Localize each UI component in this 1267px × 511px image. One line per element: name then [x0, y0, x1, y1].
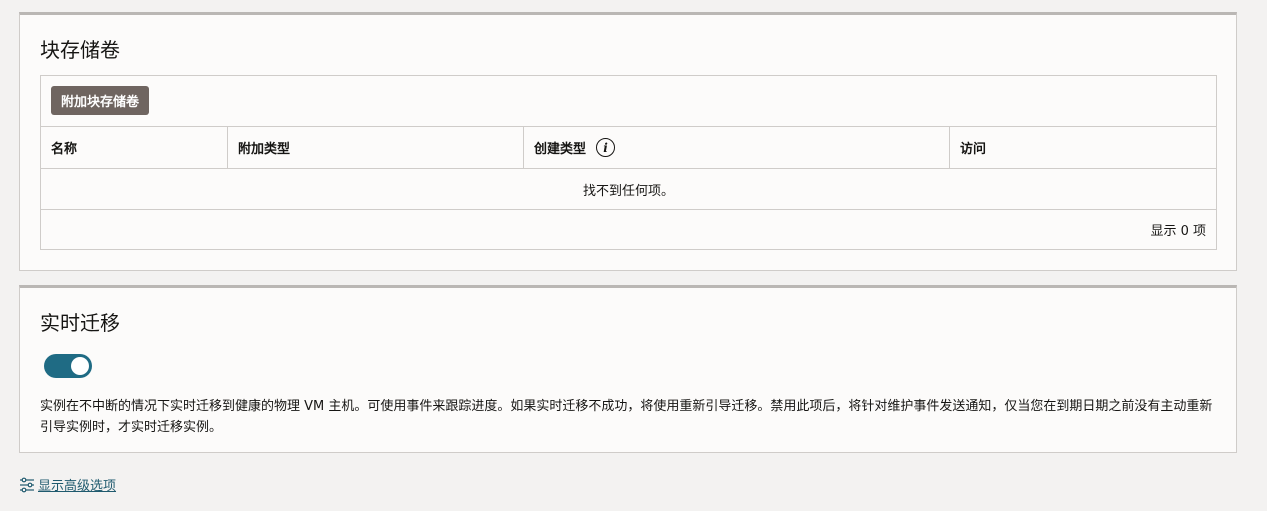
live-migration-description: 实例在不中断的情况下实时迁移到健康的物理 VM 主机。可使用事件来跟踪进度。如果… — [40, 399, 1213, 435]
empty-message: 找不到任何项。 — [41, 169, 1216, 210]
toggle-knob — [71, 357, 89, 375]
column-header-access[interactable]: 访问 — [950, 127, 1216, 168]
live-migration-toggle[interactable] — [44, 354, 92, 378]
column-header-creation-type[interactable]: 创建类型 i — [524, 127, 950, 168]
sliders-icon — [20, 477, 34, 492]
info-icon[interactable]: i — [596, 138, 616, 157]
table-footer-count: 显示 0 项 — [1150, 224, 1206, 239]
block-volumes-table: 附加块存储卷 名称 附加类型 创建类型 i 访问 找不到任何项。 显示 0 项 — [40, 75, 1217, 250]
column-header-attachment-type[interactable]: 附加类型 — [228, 127, 524, 168]
live-migration-card: 实时迁移 实例在不中断的情况下实时迁移到健康的物理 VM 主机。可使用事件来跟踪… — [19, 285, 1237, 453]
column-header-name[interactable]: 名称 — [41, 127, 228, 168]
live-migration-title: 实时迁移 — [40, 311, 120, 335]
show-advanced-options-link[interactable]: 显示高级选项 — [19, 475, 116, 494]
table-header: 名称 附加类型 创建类型 i 访问 — [41, 127, 1216, 169]
advanced-options-label: 显示高级选项 — [38, 479, 117, 494]
attach-block-volume-button[interactable]: 附加块存储卷 — [51, 86, 150, 115]
block-volumes-title: 块存储卷 — [40, 38, 120, 62]
table-toolbar: 附加块存储卷 — [41, 76, 1216, 127]
block-volumes-card: 块存储卷 附加块存储卷 名称 附加类型 创建类型 i 访问 找不到任何项。 显示… — [19, 12, 1237, 271]
